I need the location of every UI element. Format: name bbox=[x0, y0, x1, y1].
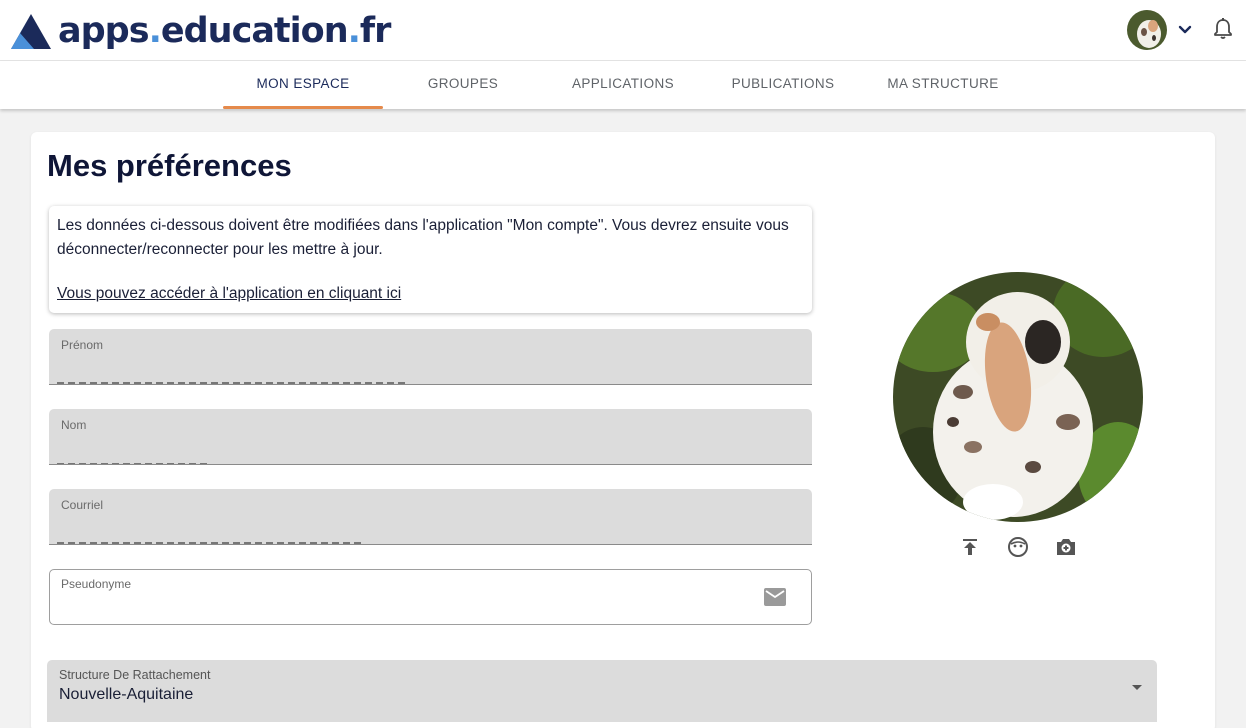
nom-redacted-value bbox=[57, 463, 207, 464]
nom-field[interactable]: Nom bbox=[49, 409, 812, 465]
app-logo[interactable]: apps.education.fr bbox=[10, 10, 391, 52]
upload-icon[interactable] bbox=[958, 535, 982, 559]
logo-text: apps.education.fr bbox=[58, 11, 391, 51]
prenom-redacted-value bbox=[57, 382, 407, 384]
main-nav: MON ESPACE GROUPES APPLICATIONS PUBLICAT… bbox=[0, 61, 1246, 109]
logo-icon bbox=[11, 13, 51, 49]
info-message: Les données ci-dessous doivent être modi… bbox=[57, 217, 789, 258]
mon-compte-link[interactable]: Vous pouvez accéder à l'application en c… bbox=[57, 282, 401, 306]
user-avatar[interactable] bbox=[1127, 10, 1167, 50]
nom-label: Nom bbox=[61, 418, 87, 432]
info-box: Les données ci-dessous doivent être modi… bbox=[49, 206, 812, 313]
courriel-label: Courriel bbox=[61, 498, 104, 512]
dropdown-arrow-icon[interactable] bbox=[1131, 684, 1143, 692]
chevron-down-icon[interactable] bbox=[1176, 21, 1194, 39]
courriel-field[interactable]: Courriel bbox=[49, 489, 812, 545]
tab-mon-espace[interactable]: MON ESPACE bbox=[223, 61, 383, 109]
tab-applications[interactable]: APPLICATIONS bbox=[543, 61, 703, 109]
tab-ma-structure[interactable]: MA STRUCTURE bbox=[863, 61, 1023, 109]
courriel-redacted-value bbox=[57, 542, 362, 544]
tab-groupes[interactable]: GROUPES bbox=[383, 61, 543, 109]
rabbit-photo bbox=[893, 272, 1143, 522]
prenom-label: Prénom bbox=[61, 338, 104, 352]
tab-publications[interactable]: PUBLICATIONS bbox=[703, 61, 863, 109]
bell-icon[interactable] bbox=[1212, 17, 1234, 41]
structure-value: Nouvelle-Aquitaine bbox=[59, 686, 194, 703]
page-title: Mes préférences bbox=[47, 148, 292, 183]
add-photo-icon[interactable] bbox=[1054, 535, 1078, 559]
structure-label: Structure De Rattachement bbox=[59, 668, 211, 682]
preferences-card: Mes préférences Les données ci-dessous d… bbox=[31, 132, 1215, 728]
avatar-image bbox=[1127, 10, 1167, 50]
profile-photo bbox=[893, 272, 1143, 522]
pseudonyme-field[interactable]: Pseudonyme bbox=[49, 569, 812, 625]
structure-select[interactable]: Structure De Rattachement Nouvelle-Aquit… bbox=[47, 660, 1157, 722]
pseudonyme-label: Pseudonyme bbox=[61, 577, 136, 591]
prenom-field[interactable]: Prénom bbox=[49, 329, 812, 385]
top-bar: apps.education.fr bbox=[0, 0, 1246, 61]
mail-icon[interactable] bbox=[764, 588, 786, 606]
face-icon[interactable] bbox=[1006, 535, 1030, 559]
